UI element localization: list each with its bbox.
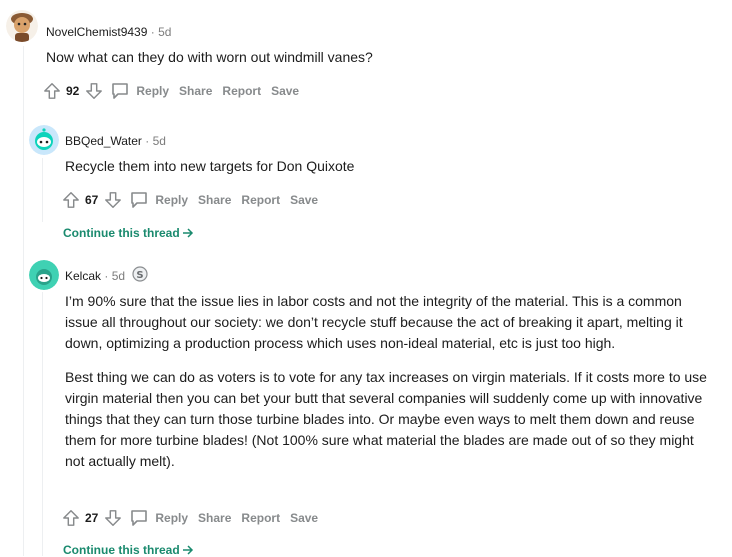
arrow-right-icon xyxy=(182,545,193,555)
downvote-icon[interactable] xyxy=(103,508,123,528)
continue-thread-link[interactable]: Continue this thread xyxy=(63,543,194,557)
vote-count: 67 xyxy=(85,193,99,207)
separator: · xyxy=(150,25,155,39)
reply-button[interactable]: Reply xyxy=(110,81,169,101)
report-button[interactable]: Report xyxy=(241,193,280,207)
separator: · xyxy=(104,269,109,283)
save-button[interactable]: Save xyxy=(290,193,318,207)
comment-paragraph: I’m 90% sure that the issue lies in labo… xyxy=(65,293,683,351)
upvote-icon[interactable] xyxy=(42,81,62,101)
username[interactable]: BBQed_Water xyxy=(65,134,142,148)
timestamp[interactable]: 5d xyxy=(153,134,166,148)
comment-paragraph: Best thing we can do as voters is to vot… xyxy=(65,369,707,469)
timestamp[interactable]: 5d xyxy=(112,269,125,283)
save-button[interactable]: Save xyxy=(290,511,318,525)
comment-actions: 92 Reply Share Report Save xyxy=(42,79,299,103)
comment-icon xyxy=(131,192,148,208)
avatar[interactable] xyxy=(29,125,59,155)
username[interactable]: NovelChemist9439 xyxy=(46,25,147,39)
silver-award-icon[interactable]: S xyxy=(132,266,148,287)
comment-icon xyxy=(131,510,148,526)
comment-meta: NovelChemist9439 · 5d xyxy=(46,24,171,40)
comment-body: Recycle them into new targets for Don Qu… xyxy=(65,156,705,177)
vote-count: 27 xyxy=(85,511,99,525)
continue-thread-label: Continue this thread xyxy=(63,543,180,557)
continue-thread-label: Continue this thread xyxy=(63,226,180,240)
downvote-icon[interactable] xyxy=(84,81,104,101)
comment-meta: Kelcak · 5d xyxy=(65,268,125,284)
comment-meta: BBQed_Water · 5d xyxy=(65,133,166,149)
reply-button[interactable]: Reply xyxy=(129,508,188,528)
reply-label: Reply xyxy=(136,84,170,98)
comment-paragraph: Now what can they do with worn out windm… xyxy=(46,49,373,65)
avatar[interactable] xyxy=(29,260,59,290)
username[interactable]: Kelcak xyxy=(65,269,101,283)
thread-line[interactable] xyxy=(42,292,43,556)
report-button[interactable]: Report xyxy=(222,84,261,98)
reply-label: Reply xyxy=(155,193,189,207)
separator: · xyxy=(145,134,150,148)
upvote-icon[interactable] xyxy=(61,508,81,528)
comment-icon xyxy=(112,83,129,99)
timestamp[interactable]: 5d xyxy=(158,25,171,39)
continue-thread-link[interactable]: Continue this thread xyxy=(63,226,194,240)
vote-count: 92 xyxy=(66,84,80,98)
arrow-right-icon xyxy=(182,228,193,238)
comment-actions: 27 Reply Share Report Save xyxy=(61,506,318,530)
comment-body: Now what can they do with worn out windm… xyxy=(46,47,706,68)
report-button[interactable]: Report xyxy=(241,511,280,525)
share-button[interactable]: Share xyxy=(179,84,212,98)
share-button[interactable]: Share xyxy=(198,511,231,525)
reply-label: Reply xyxy=(155,511,189,525)
thread-line[interactable] xyxy=(42,158,43,222)
downvote-icon[interactable] xyxy=(103,190,123,210)
comment-paragraph: Recycle them into new targets for Don Qu… xyxy=(65,158,355,174)
share-button[interactable]: Share xyxy=(198,193,231,207)
avatar[interactable] xyxy=(6,10,38,42)
reply-button[interactable]: Reply xyxy=(129,190,188,210)
thread-line[interactable] xyxy=(23,46,24,556)
save-button[interactable]: Save xyxy=(271,84,299,98)
comment-actions: 67 Reply Share Report Save xyxy=(61,188,318,212)
svg-text:S: S xyxy=(136,270,143,281)
upvote-icon[interactable] xyxy=(61,190,81,210)
comment-body: I’m 90% sure that the issue lies in labo… xyxy=(65,291,707,472)
